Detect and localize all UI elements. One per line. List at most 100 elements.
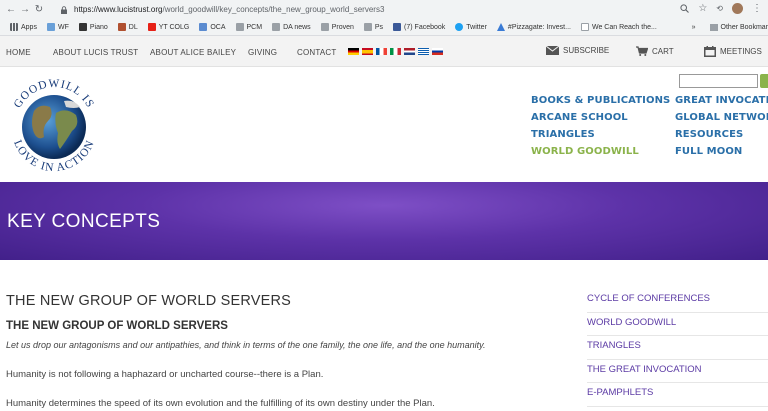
sidebar-item-triangles[interactable]: TRIANGLES: [587, 336, 768, 360]
bookmark-label: YT COLG: [158, 23, 190, 31]
bookmark-ps[interactable]: Ps: [363, 23, 384, 31]
intro-quote: Let us drop our antagonisms and our anti…: [6, 340, 486, 350]
folder-icon: [235, 23, 244, 31]
nav-about-alice-bailey[interactable]: ABOUT ALICE BAILEY: [150, 48, 236, 57]
bookmark-label: Proven: [331, 23, 354, 31]
page-title: THE NEW GROUP OF WORLD SERVERS: [6, 293, 292, 309]
bookmark-we-can-reach[interactable]: We Can Reach the...: [580, 23, 657, 31]
main-menu-col-1: BOOKS & PUBLICATIONS ARCANE SCHOOL TRIAN…: [531, 92, 670, 160]
meetings-label: MEETINGS: [720, 47, 762, 56]
bookmark-proven[interactable]: Proven: [320, 23, 354, 31]
zoom-icon[interactable]: [680, 4, 690, 13]
menu-triangles[interactable]: TRIANGLES: [531, 126, 670, 143]
bookmark-favicon-icon: [78, 23, 87, 31]
bookmark-pizzagate[interactable]: #Pizzagate: Invest...: [496, 23, 571, 31]
nav-home[interactable]: HOME: [6, 48, 31, 57]
bookmark-wf[interactable]: WF: [46, 23, 69, 31]
facebook-icon: [393, 23, 402, 31]
subscribe-link[interactable]: SUBSCRIBE: [546, 46, 609, 55]
sidebar-nav: CYCLE OF CONFERENCES WORLD GOODWILL TRIA…: [587, 289, 768, 407]
menu-arcane-school[interactable]: ARCANE SCHOOL: [531, 109, 670, 126]
overflow-chevron[interactable]: »: [692, 24, 696, 31]
menu-dots-icon[interactable]: ⋮: [752, 3, 762, 14]
page-banner: KEY CONCEPTS: [0, 182, 768, 260]
dutch-flag-icon[interactable]: [404, 48, 415, 55]
nav-giving[interactable]: GIVING: [248, 48, 277, 57]
sidebar-item-e-pamphlets[interactable]: E-PAMPHLETS: [587, 383, 768, 407]
sidebar-item-great-invocation[interactable]: THE GREAT INVOCATION: [587, 360, 768, 383]
back-arrow-icon[interactable]: ←: [4, 4, 18, 15]
profile-avatar[interactable]: [732, 3, 743, 14]
search-input[interactable]: [679, 74, 758, 88]
bookmark-dl[interactable]: DL: [117, 23, 138, 31]
italian-flag-icon[interactable]: [390, 48, 401, 55]
youtube-icon: [147, 23, 156, 31]
address-bar[interactable]: https://www.lucistrust.org/world_goodwil…: [74, 5, 384, 14]
cart-link[interactable]: CART: [636, 46, 674, 56]
bookmark-da-news[interactable]: DA news: [272, 23, 311, 31]
bookmark-favicon-icon: [46, 23, 55, 31]
nav-contact[interactable]: CONTACT: [297, 48, 336, 57]
bookmark-favicon-icon: [199, 23, 208, 31]
folder-icon: [320, 23, 329, 31]
german-flag-icon[interactable]: [348, 48, 359, 55]
banner-title: KEY CONCEPTS: [7, 211, 161, 232]
bookmark-twitter[interactable]: Twitter: [455, 23, 487, 31]
cart-label: CART: [652, 46, 674, 56]
bookmark-label: We Can Reach the...: [591, 23, 657, 31]
shopping-cart-icon: [636, 46, 648, 56]
bookmark-label: Apps: [21, 23, 37, 31]
bookmark-label: PCM: [246, 23, 263, 31]
apps-grid-icon: [10, 23, 18, 31]
other-bookmarks[interactable]: Other Bookmar: [721, 24, 768, 31]
search-button[interactable]: [760, 74, 768, 88]
reload-icon[interactable]: ↻: [32, 4, 46, 15]
url-host: https://www.lucistrust.org: [74, 5, 163, 14]
folder-icon: [272, 23, 281, 31]
sidebar-item-world-goodwill[interactable]: WORLD GOODWILL: [587, 313, 768, 336]
bookmark-label: OCA: [210, 23, 226, 31]
subscribe-label: SUBSCRIBE: [563, 46, 610, 55]
bookmark-label: Twitter: [466, 23, 487, 31]
menu-full-moon[interactable]: FULL MOON: [675, 143, 768, 160]
russian-flag-icon[interactable]: [432, 48, 443, 55]
bookmark-yt-colg[interactable]: YT COLG: [147, 23, 190, 31]
body-paragraph: Humanity determines the speed of its own…: [6, 398, 435, 409]
browser-toolbar: ← → ↻ https://www.lucistrust.org/world_g…: [0, 0, 768, 19]
menu-world-goodwill[interactable]: WORLD GOODWILL: [531, 143, 670, 160]
menu-great-invocation[interactable]: GREAT INVOCATIO: [675, 92, 768, 109]
bookmark-pcm[interactable]: PCM: [235, 23, 263, 31]
menu-resources[interactable]: RESOURCES: [675, 126, 768, 143]
bookmark-label: #Pizzagate: Invest...: [507, 23, 571, 31]
body-paragraph: Humanity is not following a haphazard or…: [6, 369, 324, 380]
lock-icon: [61, 5, 67, 14]
bookmark-piano[interactable]: Piano: [78, 23, 108, 31]
bookmark-label: DL: [128, 23, 138, 31]
meetings-link[interactable]: MEETINGS: [704, 46, 762, 57]
bookmark-label: WF: [57, 23, 69, 31]
bookmark-star-icon[interactable]: ☆: [698, 3, 707, 14]
extension-icon[interactable]: ⟲: [716, 4, 723, 13]
spanish-flag-icon[interactable]: [362, 48, 373, 55]
french-flag-icon[interactable]: [376, 48, 387, 55]
bookmark-label: Ps: [374, 23, 384, 31]
goodwill-globe-logo[interactable]: GOODWILL IS LOVE IN ACTION: [4, 71, 104, 179]
bookmark-oca[interactable]: OCA: [199, 23, 226, 31]
bookmark-apps[interactable]: Apps: [10, 23, 37, 31]
folder-icon: [363, 23, 372, 31]
sidebar-item-cycle-of-conferences[interactable]: CYCLE OF CONFERENCES: [587, 289, 768, 313]
bookmark-facebook[interactable]: (7) Facebook: [393, 23, 445, 31]
folder-icon: [709, 24, 718, 31]
greek-flag-icon[interactable]: [418, 48, 429, 55]
bookmark-label: (7) Facebook: [404, 23, 446, 31]
menu-global-network[interactable]: GLOBAL NETWORK: [675, 109, 768, 126]
bookmarks-bar: Apps WF Piano DL YT COLG OCA PCM DA news…: [0, 19, 768, 36]
bookmarks-overflow[interactable]: » Other Bookmar: [687, 19, 768, 35]
menu-books-publications[interactable]: BOOKS & PUBLICATIONS: [531, 92, 670, 109]
nav-about-lucis-trust[interactable]: ABOUT LUCIS TRUST: [53, 48, 138, 57]
site-top-nav: HOME ABOUT LUCIS TRUST ABOUT ALICE BAILE…: [0, 36, 768, 67]
calendar-icon: [704, 46, 716, 57]
forward-arrow-icon[interactable]: →: [18, 4, 32, 15]
main-menu-col-2: GREAT INVOCATIO GLOBAL NETWORK RESOURCES…: [675, 92, 768, 160]
envelope-icon: [546, 46, 559, 55]
